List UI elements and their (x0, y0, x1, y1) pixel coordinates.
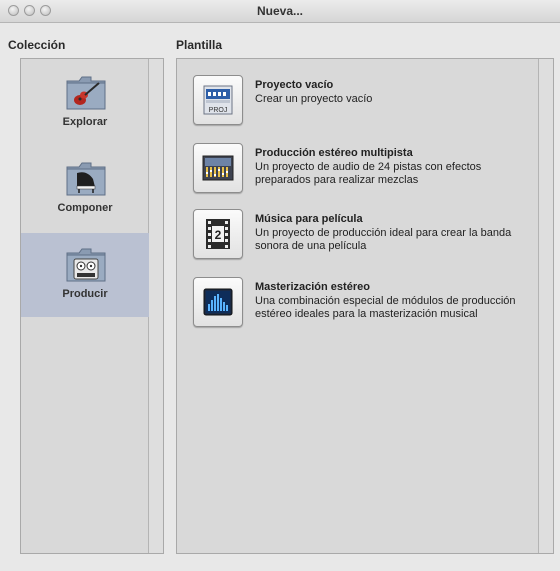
template-item-masterizacion[interactable]: Masterización estéreo Una combinación es… (193, 277, 523, 331)
template-description: Una combinación especial de módulos de p… (255, 295, 516, 320)
template-item-produccion-estereo[interactable]: Producción estéreo multipista Un proyect… (193, 143, 523, 197)
film-strip-icon: 2 (206, 219, 230, 249)
template-button[interactable]: PROJ (193, 75, 243, 125)
template-title: Producción estéreo multipista (255, 147, 413, 159)
tape-recorder-folder-icon (66, 248, 106, 282)
template-button[interactable] (193, 143, 243, 193)
template-description: Un proyecto de producción ideal para cre… (255, 227, 512, 252)
spectrum-meter-icon (203, 288, 233, 316)
template-description: Un proyecto de audio de 24 pistas con ef… (255, 161, 482, 186)
collection-label: Componer (57, 202, 113, 214)
film-icon-text: 2 (215, 228, 222, 242)
template-heading: Plantilla (176, 38, 223, 52)
collection-scrollbar[interactable] (148, 59, 163, 553)
mixing-console-icon (202, 155, 234, 181)
template-list: PROJ Proyecto vacío Crear un proyecto va… (176, 58, 554, 554)
proj-icon-text: PROJ (209, 107, 228, 114)
template-title: Proyecto vacío (255, 79, 334, 91)
guitar-folder-icon (66, 76, 106, 110)
template-scrollbar[interactable] (538, 59, 553, 553)
collection-label: Explorar (62, 116, 108, 128)
template-item-proyecto-vacio[interactable]: PROJ Proyecto vacío Crear un proyecto va… (193, 75, 523, 129)
collection-label: Producir (62, 288, 108, 300)
collection-item-explorar[interactable]: Explorar (21, 61, 149, 145)
template-description: Crear un proyecto vacío (255, 93, 373, 105)
template-item-musica-pelicula[interactable]: 2 Música para película Un proyecto de pr… (193, 209, 523, 263)
template-button[interactable] (193, 277, 243, 327)
collection-item-componer[interactable]: Componer (21, 147, 149, 231)
collection-item-producir[interactable]: Producir (21, 233, 149, 317)
window-title: Nueva... (256, 4, 304, 18)
empty-project-icon: PROJ (203, 85, 233, 115)
piano-folder-icon (66, 162, 106, 196)
template-title: Música para película (255, 213, 363, 225)
collection-heading: Colección (8, 38, 66, 52)
template-button[interactable]: 2 (193, 209, 243, 259)
title-bar: Nueva... (0, 0, 560, 23)
collection-list: Explorar Componer Producir (20, 58, 164, 554)
template-title: Masterización estéreo (255, 281, 370, 293)
